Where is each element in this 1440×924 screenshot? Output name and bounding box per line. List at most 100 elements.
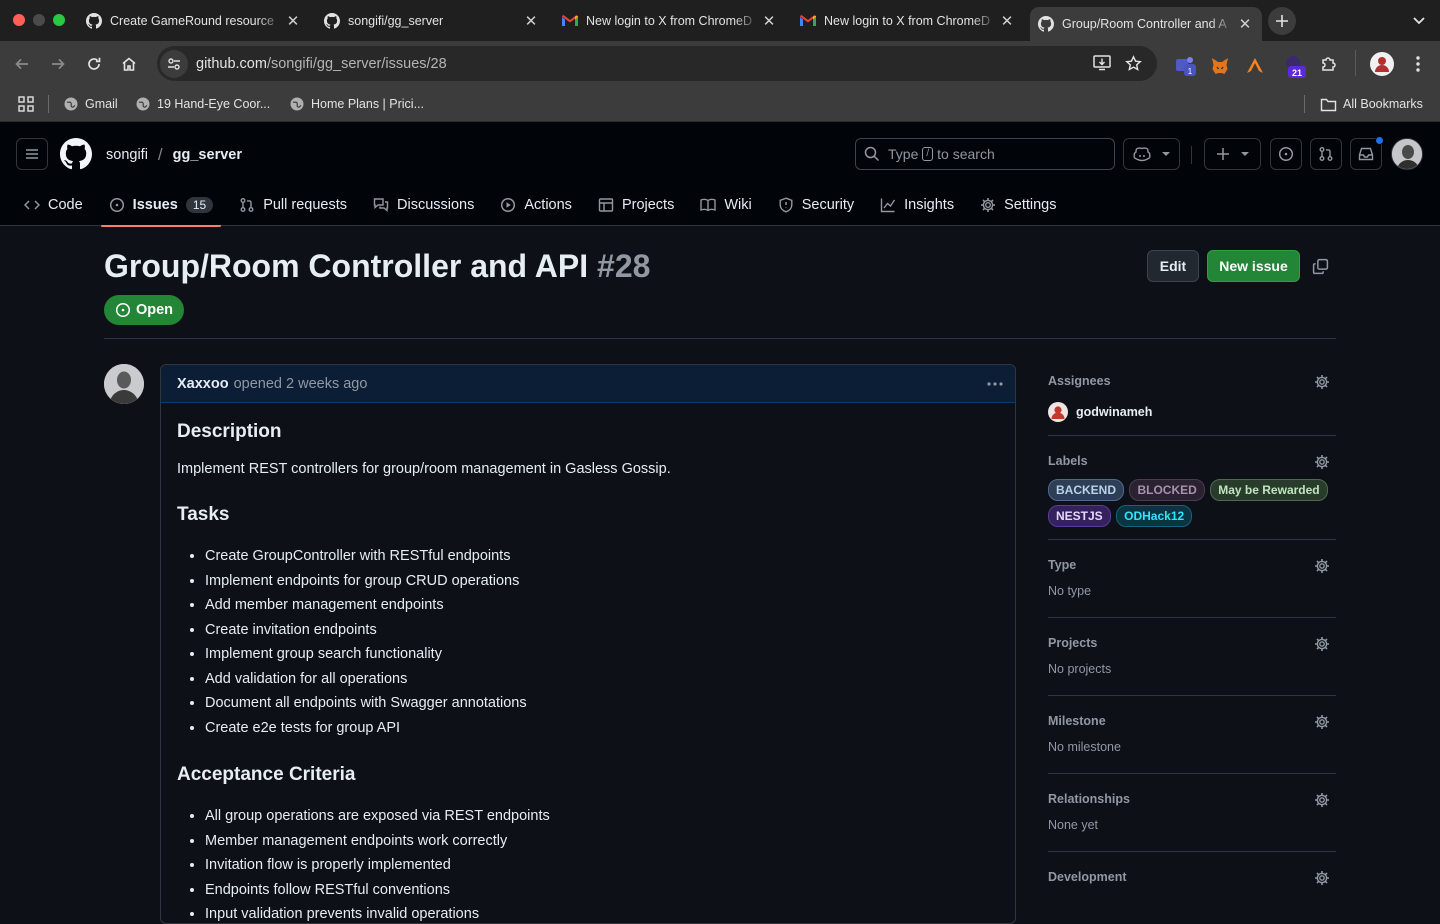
- gear-icon: [981, 198, 996, 212]
- tab-label: Wiki: [724, 197, 752, 213]
- tab-insights[interactable]: Insights: [872, 184, 962, 226]
- browser-tab[interactable]: New login to X from ChromeD ✕: [554, 7, 786, 35]
- your-issues-button[interactable]: [1270, 138, 1302, 170]
- forward-button[interactable]: [44, 50, 72, 78]
- label-odhack12[interactable]: ODHack12: [1116, 505, 1193, 527]
- search-placeholder-prefix: Type: [888, 146, 919, 162]
- edit-button[interactable]: Edit: [1147, 250, 1199, 282]
- assignee-row[interactable]: godwinameh: [1048, 402, 1336, 422]
- tab-security[interactable]: Security: [770, 184, 862, 226]
- create-new-button[interactable]: [1204, 138, 1261, 170]
- tab-close-icon[interactable]: ✕: [998, 12, 1016, 30]
- tab-actions[interactable]: Actions: [492, 184, 580, 226]
- comment-options-button[interactable]: [985, 374, 1005, 394]
- bookmark-hand-eye[interactable]: 19 Hand-Eye Coor...: [135, 94, 270, 114]
- your-pull-requests-button[interactable]: [1310, 138, 1342, 170]
- install-app-icon[interactable]: [1093, 55, 1111, 71]
- milestone-heading: Milestone: [1048, 714, 1106, 728]
- tab-projects[interactable]: Projects: [590, 184, 682, 226]
- profile-button[interactable]: [1368, 50, 1396, 78]
- new-issue-button[interactable]: New issue: [1207, 250, 1300, 282]
- notifications-button[interactable]: [1350, 136, 1384, 170]
- label-nestjs[interactable]: NESTJS: [1048, 505, 1111, 527]
- extensions-button[interactable]: [1315, 50, 1343, 78]
- tab-discussions[interactable]: Discussions: [365, 184, 482, 226]
- repo-owner-link[interactable]: songifi: [106, 147, 148, 163]
- minimize-window-button[interactable]: [33, 14, 45, 26]
- teams-extension-icon[interactable]: 1: [1175, 55, 1197, 77]
- browser-tab[interactable]: New login to X from ChromeD ✕: [792, 7, 1024, 35]
- copilot-button[interactable]: [1123, 138, 1180, 170]
- label-blocked[interactable]: BLOCKED: [1129, 479, 1205, 501]
- status-label: Open: [135, 302, 174, 318]
- list-item: Member management endpoints work correct…: [205, 829, 999, 854]
- browser-tab[interactable]: songifi/gg_server ✕: [316, 7, 548, 35]
- type-settings-button[interactable]: [1312, 556, 1332, 576]
- extension-icon[interactable]: [1245, 56, 1265, 76]
- list-item: All group operations are exposed via RES…: [205, 804, 999, 829]
- extension-badge-count: 21: [1292, 68, 1302, 78]
- metamask-extension-icon[interactable]: [1210, 56, 1230, 76]
- github-icon: [86, 13, 102, 29]
- tab-close-icon[interactable]: ✕: [1236, 15, 1254, 33]
- repo-name-link[interactable]: gg_server: [173, 147, 242, 163]
- reload-button[interactable]: [80, 50, 108, 78]
- all-bookmarks-button[interactable]: All Bookmarks: [1320, 94, 1423, 114]
- opened-timestamp[interactable]: opened 2 weeks ago: [234, 376, 368, 392]
- issues-counter: 15: [185, 197, 214, 213]
- issue-opened-icon: [115, 302, 131, 318]
- labels-settings-button[interactable]: [1312, 452, 1332, 472]
- relationships-settings-button[interactable]: [1312, 790, 1332, 810]
- author-avatar[interactable]: [104, 364, 144, 404]
- tab-close-icon[interactable]: ✕: [760, 12, 778, 30]
- bookmarks-bar: Gmail 19 Hand-Eye Coor... Home Plans | P…: [0, 86, 1440, 122]
- user-avatar-button[interactable]: [1391, 138, 1423, 170]
- issue-number: #28: [597, 248, 651, 284]
- bookmark-home-plans[interactable]: Home Plans | Prici...: [289, 94, 424, 114]
- back-button[interactable]: [8, 50, 36, 78]
- tab-issues[interactable]: Issues 15: [100, 184, 222, 227]
- global-nav-menu-button[interactable]: [16, 138, 48, 170]
- globe-icon: [290, 97, 304, 111]
- development-settings-button[interactable]: [1312, 868, 1332, 888]
- new-tab-button[interactable]: [1268, 7, 1296, 35]
- tab-label: Projects: [621, 197, 675, 213]
- gear-icon: [1315, 871, 1329, 885]
- extension-badge-icon[interactable]: 21: [1283, 53, 1307, 79]
- browser-tab-active[interactable]: Group/Room Controller and A ✕: [1030, 7, 1262, 41]
- tab-wiki[interactable]: Wiki: [692, 184, 759, 226]
- close-window-button[interactable]: [13, 14, 25, 26]
- search-input[interactable]: Type / to search: [855, 138, 1115, 170]
- label-backend[interactable]: BACKEND: [1048, 479, 1124, 501]
- hamburger-icon: [26, 149, 38, 159]
- issue-body-comment: Xaxxoo opened 2 weeks ago Description Im…: [160, 364, 1016, 924]
- projects-settings-button[interactable]: [1312, 634, 1332, 654]
- address-bar[interactable]: github.com/songifi/gg_server/issues/28: [157, 46, 1157, 81]
- home-button[interactable]: [115, 50, 143, 78]
- tab-code[interactable]: Code: [16, 184, 91, 226]
- label-may-be-rewarded[interactable]: May be Rewarded: [1210, 479, 1328, 501]
- maximize-window-button[interactable]: [53, 14, 65, 26]
- assignees-settings-button[interactable]: [1312, 372, 1332, 392]
- tab-title: songifi/gg_server: [348, 14, 444, 28]
- projects-heading: Projects: [1048, 636, 1098, 650]
- milestone-settings-button[interactable]: [1312, 712, 1332, 732]
- site-info-button[interactable]: [160, 49, 188, 78]
- apps-button[interactable]: [18, 94, 40, 114]
- tab-search-button[interactable]: [1408, 11, 1430, 31]
- browser-menu-button[interactable]: [1404, 50, 1432, 78]
- repo-breadcrumb: songifi / gg_server: [106, 145, 242, 165]
- copy-link-button[interactable]: [1309, 255, 1331, 277]
- chevron-down-icon: [1413, 17, 1425, 25]
- author-link[interactable]: Xaxxoo: [177, 376, 229, 392]
- url-text: github.com/songifi/gg_server/issues/28: [196, 56, 447, 72]
- tab-close-icon[interactable]: ✕: [284, 12, 302, 30]
- bookmark-gmail[interactable]: Gmail: [63, 94, 118, 114]
- tab-pull-requests[interactable]: Pull requests: [231, 184, 355, 226]
- tab-settings[interactable]: Settings: [972, 184, 1064, 226]
- search-shortcut-key: /: [922, 147, 934, 161]
- bookmark-star-icon[interactable]: [1125, 55, 1142, 72]
- tab-close-icon[interactable]: ✕: [522, 12, 540, 30]
- browser-tab[interactable]: Create GameRound resource ✕: [78, 7, 310, 35]
- github-logo[interactable]: [60, 138, 92, 170]
